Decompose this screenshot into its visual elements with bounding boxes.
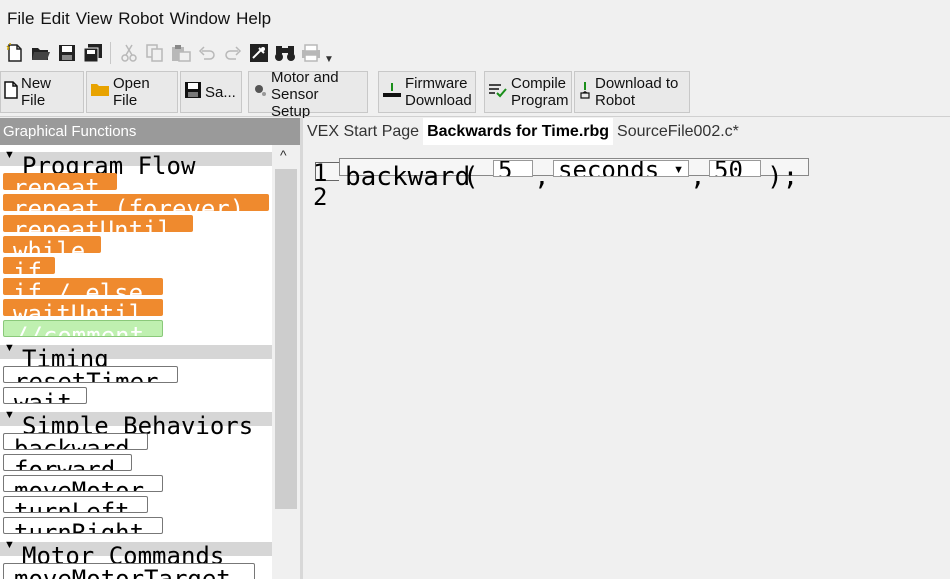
function-name: backward: [345, 162, 471, 192]
block-wait[interactable]: wait: [3, 387, 87, 404]
save-button[interactable]: Sa...: [180, 71, 242, 113]
block-repeat-until[interactable]: repeatUntil: [3, 215, 193, 232]
overflow-chevron-icon[interactable]: ▼: [324, 54, 334, 65]
compile-label: Compile Program: [511, 75, 569, 109]
block-while[interactable]: while: [3, 236, 101, 253]
menu-help[interactable]: Help: [233, 9, 274, 29]
open-paren: (: [463, 162, 479, 192]
open-file-button[interactable]: Open File: [86, 71, 178, 113]
collapse-triangle-icon[interactable]: ▼: [4, 149, 15, 161]
param-unit-select[interactable]: seconds ▼: [553, 160, 689, 177]
palette-scrollbar[interactable]: ^: [272, 145, 300, 579]
firmware-download-label: Firmware Download: [405, 75, 472, 109]
block-turn-right[interactable]: turnRight: [3, 517, 163, 534]
tab-sourcefile002[interactable]: SourceFile002.c*: [613, 118, 743, 145]
param-speed-input[interactable]: 50: [709, 160, 761, 177]
redo-icon[interactable]: [222, 42, 244, 64]
editor-tab-bar: VEX Start Page Backwards for Time.rbg So…: [303, 118, 950, 145]
scrollbar-thumb[interactable]: [275, 169, 297, 509]
graphical-functions-header: Graphical Functions: [0, 118, 300, 145]
line-number: 2: [313, 183, 328, 211]
new-document-icon[interactable]: [4, 42, 26, 64]
block-move-motor[interactable]: moveMotor: [3, 475, 163, 492]
tab-backwards-for-time[interactable]: Backwards for Time.rbg: [423, 118, 614, 145]
toolbar-separator: [110, 42, 111, 64]
block-repeat[interactable]: repeat: [3, 173, 117, 190]
block-repeat-forever[interactable]: repeat (forever): [3, 194, 269, 211]
block-comment[interactable]: //comment: [3, 320, 163, 337]
comma: ,: [690, 162, 706, 192]
icon-toolbar: ▼: [0, 38, 950, 68]
menu-robot[interactable]: Robot: [115, 9, 166, 29]
motor-sensor-setup-button[interactable]: Motor and Sensor Setup: [248, 69, 368, 120]
tab-vex-start-page[interactable]: VEX Start Page: [303, 118, 423, 145]
block-wait-until[interactable]: waitUntil: [3, 299, 163, 316]
block-forward[interactable]: forward: [3, 454, 132, 471]
binoculars-icon[interactable]: [274, 42, 296, 64]
block-if-else[interactable]: if / else: [3, 278, 163, 295]
code-editor[interactable]: 1 2 backward ( 5 , seconds ▼ , 50 );: [303, 145, 950, 579]
collapse-triangle-icon[interactable]: ▼: [4, 342, 15, 354]
category-program-flow[interactable]: ▼ Program Flow: [0, 149, 272, 178]
function-palette: ▼ Program Flow repeat repeat (forever) r…: [0, 145, 272, 579]
download-robot-icon: [578, 81, 592, 103]
open-folder-icon: [90, 83, 110, 101]
category-motor-commands[interactable]: ▼ Motor Commands: [0, 539, 272, 568]
save-label: Sa...: [205, 83, 236, 101]
collapse-triangle-icon[interactable]: ▼: [4, 409, 15, 421]
firmware-download-button[interactable]: Firmware Download: [378, 71, 476, 113]
block-if[interactable]: if: [3, 257, 55, 274]
save-icon[interactable]: [56, 42, 78, 64]
block-turn-left[interactable]: turnLeft: [3, 496, 148, 513]
new-file-label: New File: [21, 75, 52, 109]
block-backward[interactable]: backward: [3, 433, 148, 450]
category-simple-behaviors[interactable]: ▼ Simple Behaviors: [0, 409, 272, 438]
close-paren-semicolon: );: [767, 162, 799, 192]
new-file-button[interactable]: New File: [0, 71, 84, 113]
undo-icon[interactable]: [196, 42, 218, 64]
collapse-triangle-icon[interactable]: ▼: [4, 539, 15, 551]
copy-icon[interactable]: [144, 42, 166, 64]
category-timing[interactable]: ▼ Timing: [0, 342, 272, 371]
paste-icon[interactable]: [170, 42, 192, 64]
compile-icon: [488, 82, 508, 102]
download-robot-label: Download to Robot: [595, 75, 679, 109]
motor-sensor-label: Motor and Sensor Setup: [271, 68, 339, 120]
print-icon[interactable]: [300, 42, 322, 64]
block-reset-timer[interactable]: resetTimer: [3, 366, 178, 383]
block-move-motor-target[interactable]: moveMotorTarget: [3, 563, 255, 579]
debugger-icon[interactable]: [248, 42, 270, 64]
motor-sensor-icon: [252, 82, 268, 102]
comma: ,: [534, 162, 550, 192]
open-folder-icon[interactable]: [30, 42, 52, 64]
scroll-up-arrow-icon[interactable]: ^: [280, 147, 287, 163]
save-all-icon[interactable]: [82, 42, 104, 64]
firmware-download-icon: [382, 82, 402, 102]
compile-program-button[interactable]: Compile Program: [484, 71, 572, 113]
param-time-input[interactable]: 5: [493, 160, 533, 177]
open-file-label: Open File: [113, 75, 150, 109]
menu-edit[interactable]: Edit: [37, 9, 72, 29]
menu-view[interactable]: View: [73, 9, 116, 29]
cut-icon[interactable]: [118, 42, 140, 64]
menu-window[interactable]: Window: [167, 9, 233, 29]
main-toolbar: New File Open File Sa... Motor and Sensor Se…: [0, 69, 950, 120]
floppy-disk-icon: [184, 81, 202, 103]
dropdown-arrow-icon: ▼: [673, 164, 684, 176]
menu-bar: File Edit View Robot Window Help: [0, 0, 950, 38]
download-to-robot-button[interactable]: Download to Robot: [574, 71, 690, 113]
new-file-icon: [4, 81, 18, 103]
menu-file[interactable]: File: [4, 9, 37, 29]
